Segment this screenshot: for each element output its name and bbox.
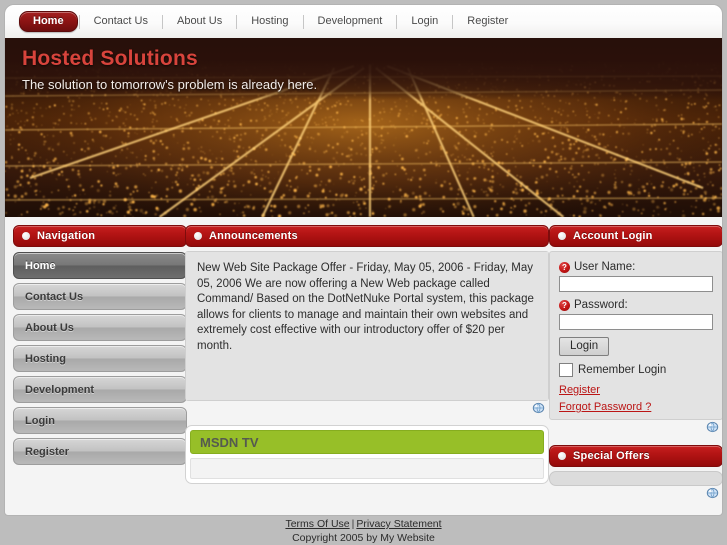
- help-icon[interactable]: ?: [559, 261, 570, 273]
- password-label: Password:: [574, 299, 628, 311]
- nav-separator: [302, 14, 304, 29]
- nav-tab-login[interactable]: Login: [398, 5, 451, 38]
- right-column: Account Login ? User Name: ? Password: L…: [549, 225, 722, 501]
- nav-tab-register[interactable]: Register: [454, 5, 521, 38]
- bullet-icon: [558, 452, 566, 460]
- nav-separator: [78, 14, 80, 29]
- banner-subheading: The solution to tomorrow's problem is al…: [22, 77, 318, 92]
- navigation-module-header: Navigation: [13, 225, 187, 247]
- login-form: ? User Name: ? Password: Login Remember …: [550, 252, 722, 419]
- remember-login-label: Remember Login: [578, 364, 667, 376]
- nav-tab-home[interactable]: Home: [19, 11, 78, 32]
- globe-icon[interactable]: [532, 402, 545, 414]
- forgot-password-link[interactable]: Forgot Password ?: [559, 401, 651, 413]
- page-container: Home Contact Us About Us Hosting Develop…: [4, 4, 723, 516]
- account-login-module-header: Account Login: [549, 225, 722, 247]
- login-links: Register Forgot Password ?: [559, 384, 713, 413]
- globe-icon[interactable]: [706, 421, 719, 433]
- bullet-icon: [558, 232, 566, 240]
- page-footer: Terms Of Use | Privacy Statement Copyright…: [0, 518, 727, 544]
- announcements-module-body: New Web Site Package Offer - Friday, May…: [185, 251, 549, 401]
- password-label-row: ? Password:: [559, 299, 713, 311]
- bullet-icon: [194, 232, 202, 240]
- nav-tab-development[interactable]: Development: [305, 5, 396, 38]
- nav-separator: [236, 14, 238, 29]
- middle-column: Announcements New Web Site Package Offer…: [185, 225, 549, 515]
- login-button[interactable]: Login: [559, 337, 610, 356]
- top-navigation-bar: Home Contact Us About Us Hosting Develop…: [5, 5, 722, 38]
- account-login-module-body: ? User Name: ? Password: Login Remember …: [549, 251, 722, 420]
- msdn-tv-body: [190, 458, 544, 479]
- account-login-title: Account Login: [573, 230, 653, 242]
- announcements-action-bar: [185, 401, 549, 416]
- nav-tab-hosting[interactable]: Hosting: [238, 5, 301, 38]
- special-offers-title: Special Offers: [573, 450, 650, 462]
- copyright-text: Copyright 2005 by My Website: [292, 532, 435, 544]
- sidebar-item-contact-us[interactable]: Contact Us: [13, 283, 187, 310]
- left-column: Navigation Home Contact Us About Us Host…: [13, 225, 187, 465]
- special-offers-action-bar: [549, 486, 722, 501]
- remember-login-row[interactable]: Remember Login: [559, 363, 713, 377]
- sidebar-item-hosting[interactable]: Hosting: [13, 345, 187, 372]
- footer-separator: |: [351, 518, 355, 530]
- remember-login-checkbox[interactable]: [559, 363, 573, 377]
- sidebar-item-home[interactable]: Home: [13, 252, 187, 279]
- account-login-action-bar: [549, 420, 722, 435]
- middle-column-filler: [185, 488, 549, 515]
- special-offers-module-header: Special Offers: [549, 445, 722, 467]
- nav-tab-about-us[interactable]: About Us: [164, 5, 235, 38]
- nav-separator: [161, 14, 163, 29]
- navigation-button-list: Home Contact Us About Us Hosting Develop…: [13, 252, 187, 465]
- content-area: Navigation Home Contact Us About Us Host…: [5, 217, 722, 515]
- announcements-module-header: Announcements: [185, 225, 549, 247]
- nav-separator: [452, 14, 454, 29]
- help-icon[interactable]: ?: [559, 299, 570, 311]
- navigation-title: Navigation: [37, 230, 96, 242]
- sidebar-item-register[interactable]: Register: [13, 438, 187, 465]
- special-offers-body: [549, 471, 722, 486]
- password-input[interactable]: [559, 314, 713, 330]
- msdn-tv-header: MSDN TV: [190, 430, 544, 454]
- bullet-icon: [22, 232, 30, 240]
- top-nav-items: Home Contact Us About Us Hosting Develop…: [19, 5, 521, 38]
- username-label-row: ? User Name:: [559, 261, 713, 273]
- terms-of-use-link[interactable]: Terms Of Use: [285, 518, 349, 530]
- announcements-title: Announcements: [209, 230, 298, 242]
- sidebar-item-login[interactable]: Login: [13, 407, 187, 434]
- globe-icon[interactable]: [706, 487, 719, 499]
- username-input[interactable]: [559, 276, 713, 292]
- announcement-text: New Web Site Package Offer - Friday, May…: [186, 252, 548, 400]
- footer-links: Terms Of Use | Privacy Statement: [0, 518, 727, 530]
- register-link[interactable]: Register: [559, 384, 600, 396]
- site-banner: Hosted Solutions The solution to tomorro…: [5, 38, 722, 217]
- sidebar-item-about-us[interactable]: About Us: [13, 314, 187, 341]
- banner-heading: Hosted Solutions: [22, 47, 198, 70]
- nav-separator: [396, 14, 398, 29]
- msdn-tv-title: MSDN TV: [200, 434, 259, 450]
- privacy-statement-link[interactable]: Privacy Statement: [356, 518, 441, 530]
- username-label: User Name:: [574, 261, 636, 273]
- special-offers-module: Special Offers: [549, 445, 722, 501]
- msdn-tv-module: MSDN TV: [185, 425, 549, 484]
- sidebar-item-development[interactable]: Development: [13, 376, 187, 403]
- nav-tab-contact-us[interactable]: Contact Us: [81, 5, 161, 38]
